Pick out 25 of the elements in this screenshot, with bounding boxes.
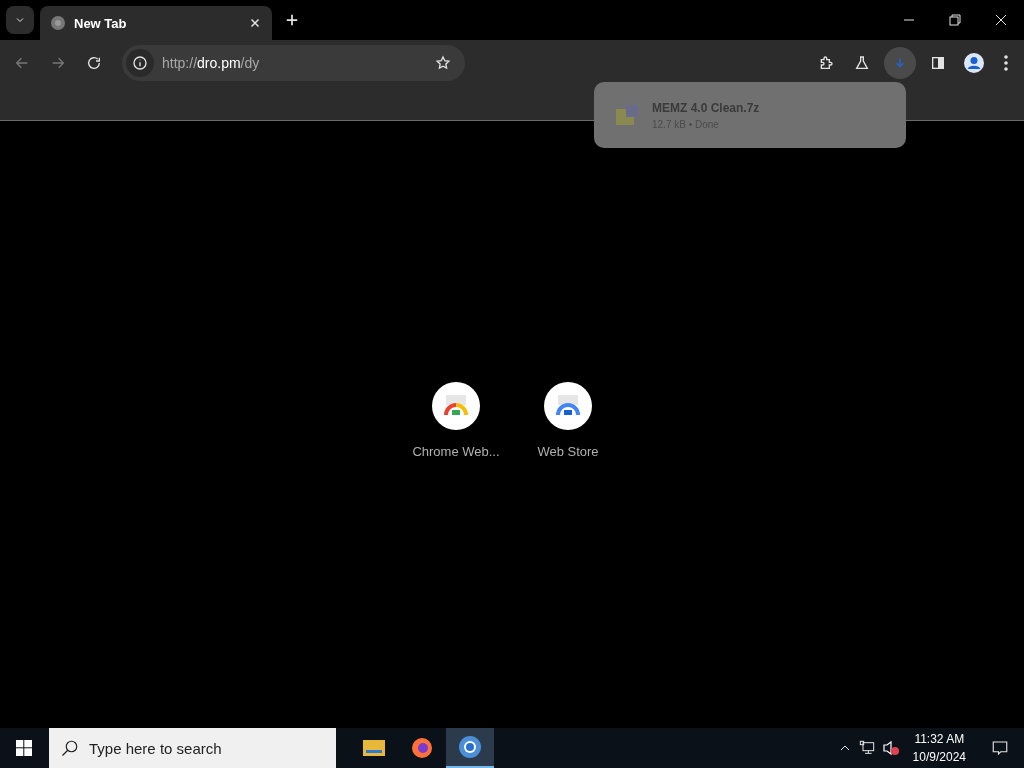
tab-title: New Tab [74,15,128,31]
search-icon [61,739,79,757]
clock-date: 10/9/2024 [912,749,966,766]
shortcut-tile[interactable]: Chrome Web... [408,382,504,459]
reload-icon [86,54,102,71]
plus-icon [285,13,299,27]
folder-icon [363,738,385,756]
close-icon [249,17,261,29]
address-bar[interactable]: http://dro.pm/dy [122,44,465,81]
browser-tab[interactable]: New Tab [40,6,272,40]
info-icon [132,54,148,71]
windows-logo-icon [16,740,32,756]
search-placeholder: Type here to search [89,739,222,757]
clock-time: 11:32 AM [914,731,965,748]
info-button[interactable] [126,48,154,77]
taskbar-app-button[interactable] [446,728,494,768]
download-arrow-icon [893,55,907,70]
close-icon [995,14,1007,26]
taskbar-search-field[interactable]: Type here to search [49,728,336,768]
archive-file-icon [616,105,638,125]
restore-icon [949,14,961,26]
globe-icon [50,15,66,31]
browser-circle-icon [458,735,482,759]
url-text: http://dro.pm/dy [162,54,261,71]
shortcut-tile[interactable]: Web Store [520,382,616,459]
